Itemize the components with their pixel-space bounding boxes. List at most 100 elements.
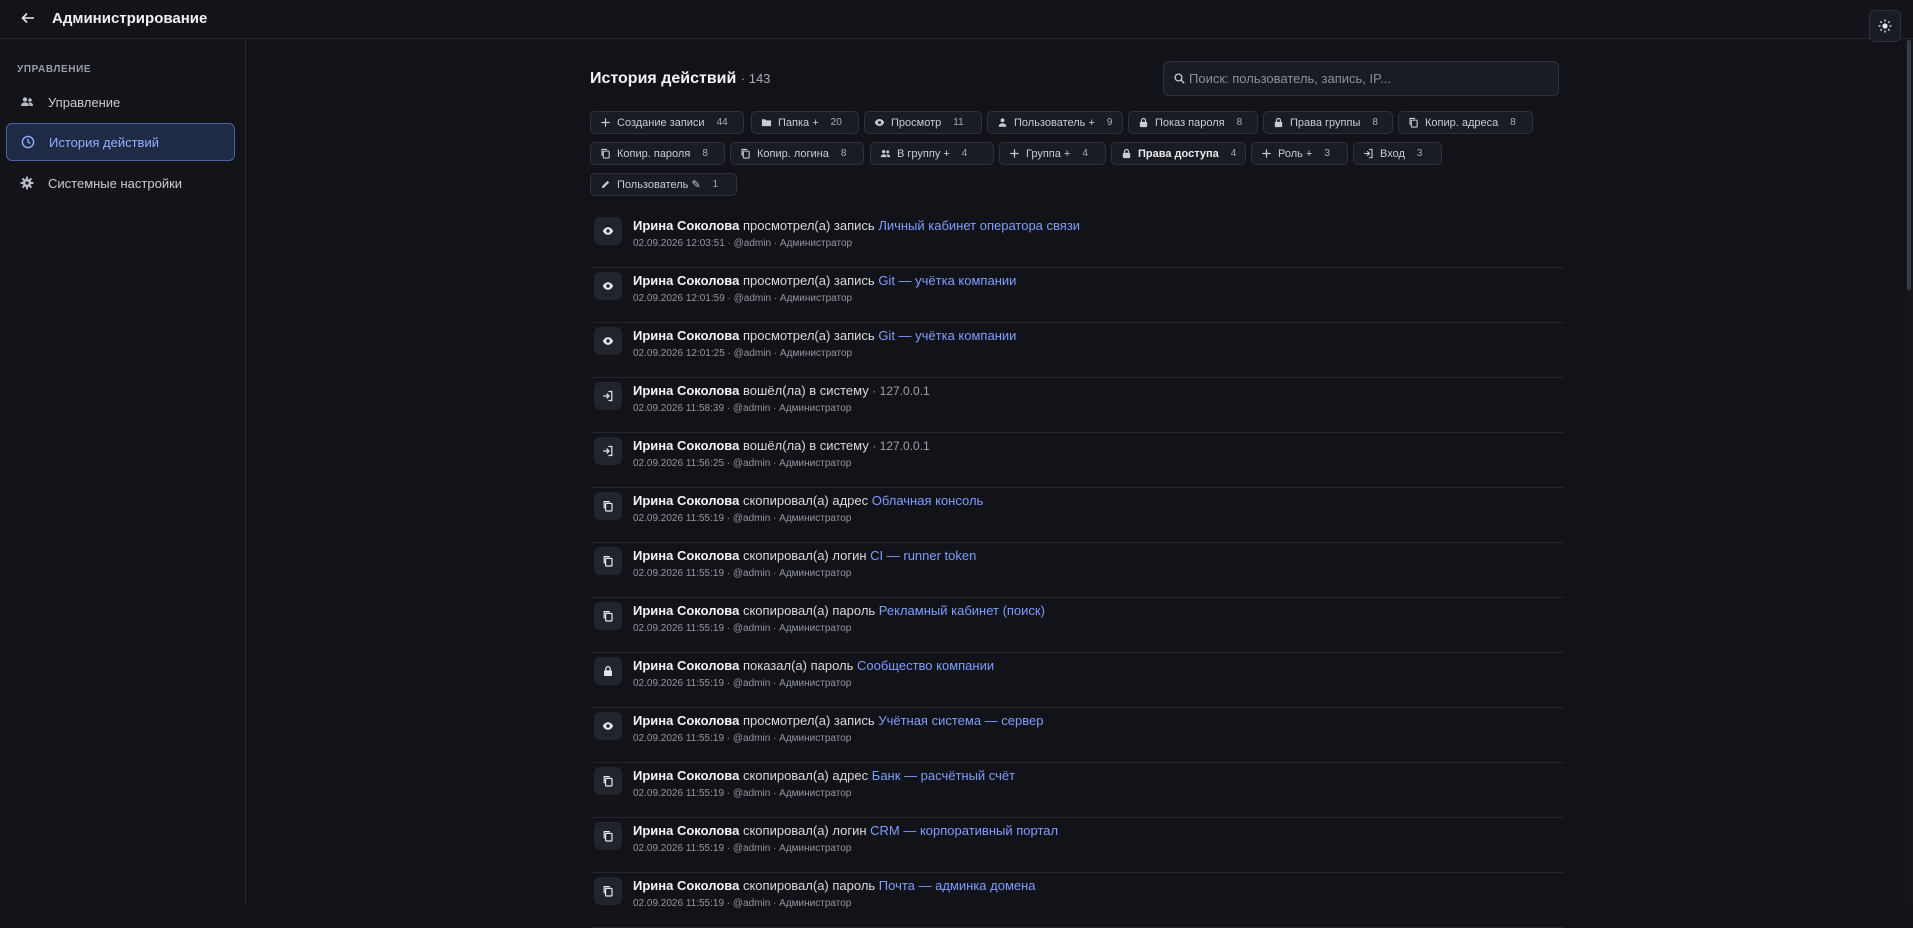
event-type-icon	[594, 437, 622, 465]
event-user[interactable]: Ирина Соколова	[633, 273, 739, 288]
event-text: Ирина Соколова скопировал(а) логин CRM —…	[633, 823, 1058, 838]
filter-chip-label: Вход	[1380, 147, 1405, 160]
event-type-icon	[594, 327, 622, 355]
eye-icon	[602, 337, 614, 345]
event-action: скопировал(а) логин	[742, 548, 867, 563]
event-user[interactable]: Ирина Соколова	[633, 658, 739, 673]
filter-chip[interactable]: В группу + 4	[870, 142, 994, 165]
event-action: скопировал(а) логин	[742, 823, 867, 838]
event-text: Ирина Соколова вошёл(ла) в систему · 127…	[633, 383, 930, 398]
users-icon	[21, 97, 33, 106]
event-user[interactable]: Ирина Соколова	[633, 383, 739, 398]
filter-chip[interactable]: Просмотр 11	[864, 111, 982, 134]
filter-chip-count: 8	[702, 148, 708, 159]
copy-icon	[603, 776, 613, 787]
event-type-icon	[594, 547, 622, 575]
event-user[interactable]: Ирина Соколова	[633, 493, 739, 508]
filter-chip[interactable]: Роль + 3	[1251, 142, 1348, 165]
lock-icon	[1274, 117, 1283, 128]
event-user[interactable]: Ирина Соколова	[633, 713, 739, 728]
event-target-link[interactable]: Личный кабинет оператора связи	[878, 218, 1080, 233]
event-type-icon	[594, 657, 622, 685]
filter-chip[interactable]: Копир. адреса 8	[1398, 111, 1533, 134]
page-title-text: История действий	[590, 70, 737, 87]
filter-chip[interactable]: Копир. пароля 8	[590, 142, 725, 165]
filter-chip[interactable]: Группа + 4	[999, 142, 1106, 165]
sidebar-item-label: Управление	[48, 94, 121, 110]
back-button[interactable]	[17, 7, 39, 29]
event-target-link[interactable]: Облачная консоль	[872, 493, 984, 508]
plus-icon	[1010, 149, 1019, 158]
filter-chip[interactable]: Пользователь + 9	[987, 111, 1123, 134]
event-meta: 02.09.2026 11:55:19 · @admin · Администр…	[633, 843, 852, 854]
filter-chip[interactable]: Папка + 20	[751, 111, 859, 134]
filter-chip[interactable]: Пользователь ✎ 1	[590, 173, 737, 196]
event-ip: · 127.0.0.1	[872, 384, 930, 398]
theme-toggle-button[interactable]	[1869, 10, 1901, 42]
folder-icon	[761, 119, 772, 127]
filter-chip-label: Просмотр	[891, 116, 942, 129]
lock-icon	[1139, 117, 1148, 128]
event-row: Ирина Соколова скопировал(а) адрес Банк …	[590, 763, 1564, 818]
login-icon	[603, 390, 613, 402]
event-action: скопировал(а) пароль	[742, 603, 876, 618]
event-user[interactable]: Ирина Соколова	[633, 328, 739, 343]
main-content: История действий · 143 Создание записи44…	[247, 40, 1913, 928]
event-target-link[interactable]: Учётная система — сервер	[878, 713, 1043, 728]
event-text: Ирина Соколова скопировал(а) адрес Облач…	[633, 493, 983, 508]
sidebar-item-system-settings[interactable]: Системные настройки	[6, 164, 235, 202]
event-row: Ирина Соколова показал(а) пароль Сообщес…	[590, 653, 1564, 708]
copy-icon	[1409, 117, 1418, 128]
event-action: просмотрел(а) запись	[742, 328, 875, 343]
event-target-link[interactable]: Git — учётка компании	[878, 328, 1016, 343]
login-icon	[1364, 148, 1373, 159]
event-action: скопировал(а) адрес	[742, 768, 869, 783]
event-target-link[interactable]: Банк — расчётный счёт	[872, 768, 1015, 783]
event-user[interactable]: Ирина Соколова	[633, 438, 739, 453]
event-action: вошёл(ла) в систему	[742, 383, 869, 398]
filter-chip-label: Показ пароля	[1155, 116, 1225, 129]
event-target-link[interactable]: Сообщество компании	[857, 658, 994, 673]
filter-chip[interactable]: Вход 3	[1353, 142, 1442, 165]
arrow-left-icon	[21, 12, 34, 24]
event-row: Ирина Соколова скопировал(а) логин CRM —…	[590, 818, 1564, 873]
filter-chip-count: 1	[712, 179, 719, 190]
event-target-link[interactable]: Почта — админка домена	[879, 878, 1036, 893]
event-type-icon	[594, 822, 622, 850]
copy-icon	[601, 148, 610, 159]
event-text: Ирина Соколова скопировал(а) пароль Рекл…	[633, 603, 1045, 618]
filter-chip[interactable]: Права доступа 4	[1111, 142, 1246, 165]
filter-chip[interactable]: Права группы 8	[1263, 111, 1393, 134]
event-text: Ирина Соколова показал(а) пароль Сообщес…	[633, 658, 994, 673]
search-input[interactable]	[1189, 71, 1549, 86]
eye-icon	[602, 227, 614, 235]
event-row: Ирина Соколова скопировал(а) пароль Почт…	[590, 873, 1564, 928]
event-text: Ирина Соколова просмотрел(а) запись Личн…	[633, 218, 1080, 233]
sidebar-item-management[interactable]: Управление	[6, 83, 235, 121]
event-type-icon	[594, 217, 622, 245]
filter-chip[interactable]: Создание записи 44	[590, 111, 744, 134]
filter-chip[interactable]: Показ пароля 8	[1128, 111, 1258, 134]
scrollbar-thumb[interactable]	[1907, 40, 1911, 290]
event-user[interactable]: Ирина Соколова	[633, 768, 739, 783]
event-target-link[interactable]: Git — учётка компании	[878, 273, 1016, 288]
event-meta: 02.09.2026 11:55:19 · @admin · Администр…	[633, 678, 852, 689]
login-icon	[603, 445, 613, 457]
event-target-link[interactable]: CRM — корпоративный портал	[870, 823, 1058, 838]
filter-chip-label: Папка +	[778, 116, 819, 129]
event-action: вошёл(ла) в систему	[742, 438, 869, 453]
event-target-link[interactable]: CI — runner token	[870, 548, 976, 563]
event-user[interactable]: Ирина Соколова	[633, 603, 739, 618]
sidebar-item-history[interactable]: История действий	[6, 123, 235, 161]
event-user[interactable]: Ирина Соколова	[633, 218, 739, 233]
filter-chip[interactable]: Копир. логина 8	[730, 142, 864, 165]
event-row: Ирина Соколова вошёл(ла) в систему · 127…	[590, 433, 1564, 488]
event-text: Ирина Соколова просмотрел(а) запись Git …	[633, 328, 1016, 343]
copy-icon	[741, 148, 750, 159]
pencil-icon	[601, 180, 610, 189]
event-user[interactable]: Ирина Соколова	[633, 548, 739, 563]
event-user[interactable]: Ирина Соколова	[633, 878, 739, 893]
event-target-link[interactable]: Рекламный кабинет (поиск)	[879, 603, 1045, 618]
event-user[interactable]: Ирина Соколова	[633, 823, 739, 838]
event-meta: 02.09.2026 11:55:19 · @admin · Администр…	[633, 623, 852, 634]
